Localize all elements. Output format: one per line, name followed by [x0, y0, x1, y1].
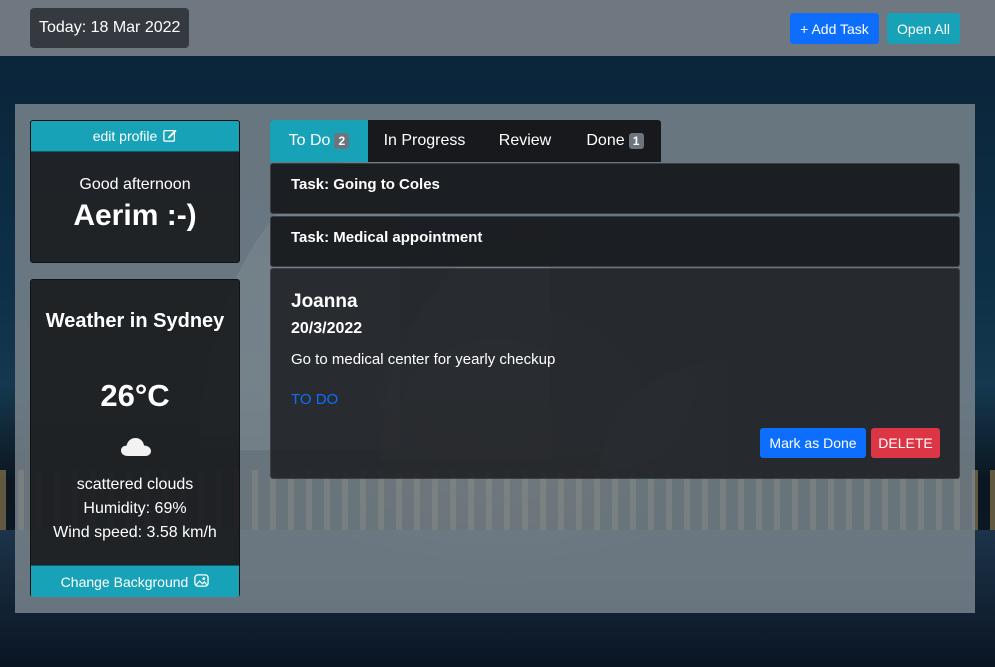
task-row[interactable]: Task: Going to Coles: [270, 163, 960, 214]
count-badge: 1: [628, 133, 644, 149]
today-date-label: Today: 18 Mar 2022: [30, 8, 190, 48]
user-name: Aerim :-): [73, 199, 197, 232]
delete-button[interactable]: DELETE: [871, 428, 940, 458]
edit-profile-label: edit profile: [92, 128, 158, 144]
cloud-icon: [120, 436, 152, 458]
tab-in-progress[interactable]: In Progress: [368, 120, 481, 162]
tab-label: Review: [498, 132, 552, 149]
tab-to-do[interactable]: To Do 2: [270, 120, 368, 162]
weather-card: Weather in Sydney 26°C scattered clouds …: [30, 279, 240, 597]
open-all-button[interactable]: Open All: [887, 13, 960, 44]
tab-review[interactable]: Review: [481, 120, 569, 162]
pencil-square-icon: [163, 128, 177, 145]
weather-temperature: 26°C: [100, 378, 170, 413]
task-title: Task: Medical appointment: [291, 229, 483, 246]
count-badge: 2: [334, 133, 350, 149]
task-date: 20/3/2022: [291, 320, 363, 337]
change-background-label: Change Background: [60, 573, 189, 590]
weather-humidity: Humidity: 69%: [83, 500, 187, 517]
mark-as-done-button[interactable]: Mark as Done: [760, 428, 866, 458]
profile-card: edit profile Good afternoon Aerim :-): [30, 120, 240, 263]
weather-wind: Wind speed: 3.58 km/h: [53, 524, 217, 541]
status-tabs: To Do 2 In Progress Review Done 1: [270, 120, 661, 162]
image-icon: [194, 573, 210, 591]
weather-title: Weather in Sydney: [45, 310, 225, 332]
task-row[interactable]: Task: Medical appointment: [270, 216, 960, 267]
add-task-button[interactable]: + Add Task: [790, 13, 879, 44]
task-status: TO DO: [291, 391, 339, 408]
task-detail-card: Joanna 20/3/2022 Go to medical center fo…: [270, 268, 960, 479]
tab-label: In Progress: [383, 132, 466, 149]
weather-condition: scattered clouds: [76, 476, 194, 493]
task-title: Task: Going to Coles: [291, 176, 440, 193]
task-assignee: Joanna: [291, 291, 358, 312]
tab-done[interactable]: Done 1: [569, 120, 661, 162]
tab-label: Done: [586, 132, 625, 149]
task-description: Go to medical center for yearly checkup: [291, 351, 556, 368]
greeting-text: Good afternoon: [79, 176, 191, 193]
top-bar: Today: 18 Mar 2022 + Add Task Open All: [0, 0, 995, 56]
tab-label: To Do: [288, 132, 331, 149]
change-background-button[interactable]: Change Background: [31, 565, 239, 597]
edit-profile-button[interactable]: edit profile: [31, 121, 239, 152]
